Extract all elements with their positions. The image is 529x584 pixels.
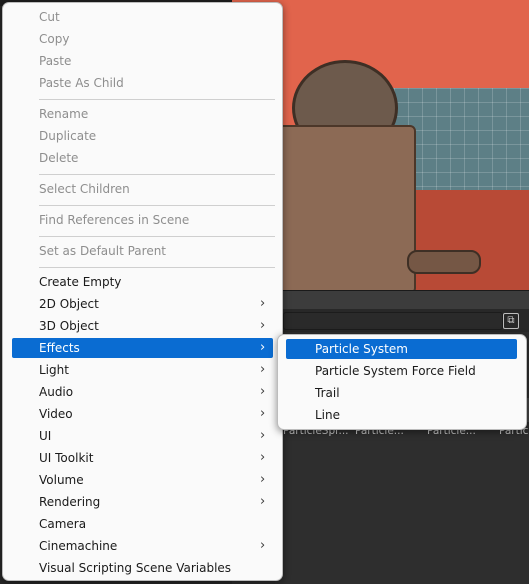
menu-item-audio[interactable]: Audio › [12, 382, 273, 402]
menu-item-label: Audio [39, 385, 74, 399]
menu-separator [39, 205, 275, 206]
chevron-right-icon: › [260, 318, 266, 333]
menu-separator [39, 99, 275, 100]
scene-pipe [407, 250, 481, 274]
menu-item-paste[interactable]: Paste [12, 51, 273, 71]
chevron-right-icon: › [260, 340, 266, 355]
menu-item-set-default-parent[interactable]: Set as Default Parent [12, 241, 273, 261]
menu-item-label: Copy [39, 32, 70, 46]
menu-item-find-references[interactable]: Find References in Scene [12, 210, 273, 230]
menu-item-label: Camera [39, 517, 87, 531]
menu-item-label: Visual Scripting Scene Variables [39, 561, 232, 575]
menu-item-effects[interactable]: Effects › [12, 338, 273, 358]
menu-item-ui[interactable]: UI › [12, 426, 273, 446]
submenu-item-particle-system-force-field[interactable]: Particle System Force Field [286, 361, 517, 381]
scene-machine [272, 125, 416, 290]
chevron-right-icon: › [260, 384, 266, 399]
effects-submenu: Particle System Particle System Force Fi… [277, 334, 527, 430]
menu-item-label: Rendering [39, 495, 101, 509]
menu-item-2d-object[interactable]: 2D Object › [12, 294, 273, 314]
menu-item-label: Video [39, 407, 73, 421]
menu-item-label: Set as Default Parent [39, 244, 167, 258]
menu-item-label: 3D Object [39, 319, 99, 333]
menu-item-video[interactable]: Video › [12, 404, 273, 424]
menu-item-label: UI Toolkit [39, 451, 94, 465]
submenu-item-line[interactable]: Line [286, 405, 517, 425]
panel-toggle-icon[interactable]: ⧉ [503, 313, 519, 329]
menu-item-create-empty[interactable]: Create Empty [12, 272, 273, 292]
menu-item-ui-toolkit[interactable]: UI Toolkit › [12, 448, 273, 468]
chevron-right-icon: › [260, 296, 266, 311]
project-search-input[interactable] [283, 312, 503, 330]
chevron-right-icon: › [260, 428, 266, 443]
menu-item-label: Cinemachine [39, 539, 118, 553]
submenu-item-particle-system[interactable]: Particle System [286, 339, 517, 359]
context-menu: Cut Copy Paste Paste As Child Rename Dup… [2, 2, 283, 581]
menu-item-label: Delete [39, 151, 79, 165]
menu-separator [39, 174, 275, 175]
menu-item-cinemachine[interactable]: Cinemachine › [12, 536, 273, 556]
submenu-item-label: Line [315, 408, 341, 422]
submenu-item-label: Particle System [315, 342, 408, 356]
menu-item-camera[interactable]: Camera [12, 514, 273, 534]
menu-item-duplicate[interactable]: Duplicate [12, 126, 273, 146]
menu-item-label: Volume [39, 473, 84, 487]
menu-separator [39, 236, 275, 237]
menu-item-label: Select Children [39, 182, 130, 196]
chevron-right-icon: › [260, 472, 266, 487]
menu-item-select-children[interactable]: Select Children [12, 179, 273, 199]
menu-item-rendering[interactable]: Rendering › [12, 492, 273, 512]
menu-item-label: 2D Object [39, 297, 99, 311]
menu-item-label: Find References in Scene [39, 213, 190, 227]
menu-item-light[interactable]: Light › [12, 360, 273, 380]
menu-item-label: Rename [39, 107, 89, 121]
menu-item-delete[interactable]: Delete [12, 148, 273, 168]
submenu-item-trail[interactable]: Trail [286, 383, 517, 403]
menu-item-label: Light [39, 363, 69, 377]
menu-item-paste-as-child[interactable]: Paste As Child [12, 73, 273, 93]
menu-item-copy[interactable]: Copy [12, 29, 273, 49]
menu-item-label: Duplicate [39, 129, 97, 143]
menu-item-visual-scripting-scene-variables[interactable]: Visual Scripting Scene Variables [12, 558, 273, 578]
menu-item-label: Cut [39, 10, 60, 24]
menu-item-label: UI [39, 429, 52, 443]
submenu-item-label: Trail [315, 386, 340, 400]
menu-item-cut[interactable]: Cut [12, 7, 273, 27]
menu-item-3d-object[interactable]: 3D Object › [12, 316, 273, 336]
menu-item-rename[interactable]: Rename [12, 104, 273, 124]
chevron-right-icon: › [260, 362, 266, 377]
menu-item-label: Paste [39, 54, 72, 68]
menu-item-volume[interactable]: Volume › [12, 470, 273, 490]
menu-separator [39, 267, 275, 268]
chevron-right-icon: › [260, 406, 266, 421]
menu-item-label: Create Empty [39, 275, 122, 289]
chevron-right-icon: › [260, 450, 266, 465]
menu-item-label: Effects [39, 341, 80, 355]
chevron-right-icon: › [260, 538, 266, 553]
submenu-item-label: Particle System Force Field [315, 364, 476, 378]
chevron-right-icon: › [260, 494, 266, 509]
menu-item-label: Paste As Child [39, 76, 124, 90]
